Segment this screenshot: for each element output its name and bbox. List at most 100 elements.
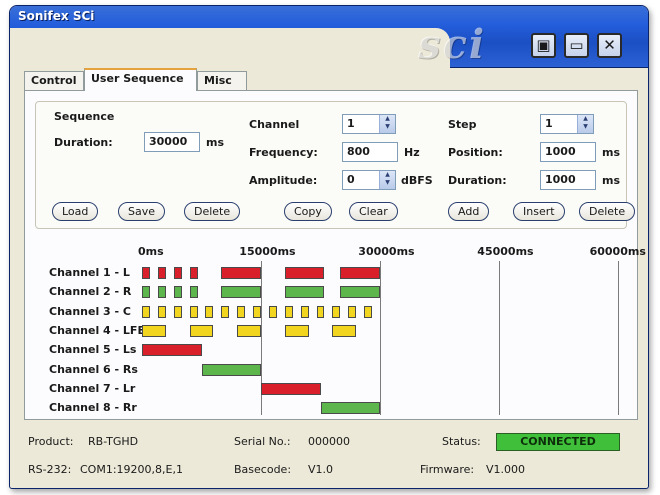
channel-step-bar[interactable] [201,363,261,376]
serial-label: Serial No.: [234,435,291,448]
timeline-tick-label: 30000ms [358,245,415,258]
status-bar: Product: RB-TGHD Serial No.: 000000 Stat… [24,424,638,484]
user-sequence-panel: Sequence Duration: 30000 ms Load Save De… [24,90,646,420]
channel-row-label: Channel 6 - Rs [49,362,138,376]
sequence-duration-input[interactable]: 30000 [144,132,200,152]
channel-step-bar[interactable] [316,305,325,318]
channel-row-label: Channel 2 - R [49,285,132,299]
channel-step-bar[interactable] [364,305,373,318]
load-button[interactable]: Load [52,202,99,221]
timeline-gridline [380,261,381,415]
channel-step-bar[interactable] [173,267,182,279]
channel-step-bar[interactable] [173,286,182,299]
tab-misc[interactable]: Misc [197,71,247,91]
amplitude-label: Amplitude: [249,174,318,187]
add-step-button[interactable]: Add [448,202,490,221]
timeline-gridline [618,261,619,415]
timeline-tick-label: 60000ms [589,245,646,258]
channel-step-bar[interactable] [332,324,357,337]
step-stepper[interactable]: 1 ▲ ▼ [540,114,594,134]
status-label: Status: [442,435,481,448]
step-duration-input[interactable]: 1000 [540,170,596,190]
channel-step-bar[interactable] [221,286,261,299]
channel-step-bar[interactable] [173,305,182,318]
channel-step-bar[interactable] [157,286,166,299]
basecode-label: Basecode: [234,463,292,476]
sequence-heading: Sequence [54,110,115,123]
basecode-value: V1.0 [308,463,334,476]
channel-step-bar[interactable] [340,286,380,299]
channel-step-bar[interactable] [237,324,261,337]
frequency-input[interactable]: 800 [342,142,398,162]
delete-sequence-button[interactable]: Delete [184,202,241,221]
timeline-tick-label: 15000ms [239,245,296,258]
channel-step-bar[interactable] [189,267,198,279]
channel-step-bar[interactable] [142,267,150,279]
product-label: Product: [28,435,74,448]
channel-step-bar[interactable] [237,305,246,318]
channel-step-bar[interactable] [284,324,309,337]
channel-step-bar[interactable] [142,286,150,299]
channel-row-label: Channel 5 - Ls [49,343,137,357]
app-window: Sonifex SCi sci ▣ ▭ ✕ Control User Seque… [9,5,649,489]
position-unit: ms [602,146,621,159]
channel-step-bar[interactable] [221,305,230,318]
spinner-arrows-icon[interactable]: ▲ ▼ [379,115,395,133]
channel-row-label: Channel 3 - C [49,304,132,318]
timeline-tick-label: 0ms [138,245,164,258]
window-title: Sonifex SCi [18,9,95,23]
channel-step-bar[interactable] [284,305,293,318]
channel-value: 1 [347,117,355,130]
rs232-label: RS-232: [28,463,72,476]
channel-step-bar[interactable] [157,267,166,279]
timeline-gridline [499,261,500,415]
channel-step-bar[interactable] [189,286,198,299]
channel-step-bar[interactable] [284,286,325,299]
channel-step-bar[interactable] [253,305,261,318]
channel-stepper[interactable]: 1 ▲ ▼ [342,114,396,134]
copy-button[interactable]: Copy [284,202,332,221]
channel-step-bar[interactable] [332,305,341,318]
channel-step-bar[interactable] [348,305,357,318]
clear-button[interactable]: Clear [349,202,398,221]
tab-user-sequence[interactable]: User Sequence [84,68,197,91]
close-button[interactable]: ✕ [597,33,622,58]
tab-control[interactable]: Control [24,71,84,91]
frequency-label: Frequency: [249,146,318,159]
channel-step-bar[interactable] [189,305,198,318]
channel-step-bar[interactable] [261,382,321,395]
save-sequence-button[interactable]: Save [118,202,166,221]
delete-step-button[interactable]: Delete [579,202,636,221]
sequence-settings-group: Sequence Duration: 30000 ms Load Save De… [35,101,636,229]
step-label: Step [448,118,477,131]
channel-step-bar[interactable] [340,267,380,279]
title-bar-notch [10,28,450,70]
channel-step-bar[interactable] [157,305,166,318]
amplitude-stepper[interactable]: 0 ▲ ▼ [342,170,396,190]
channel-step-bar[interactable] [320,402,380,415]
channel-step-bar[interactable] [189,324,214,337]
channel-step-bar[interactable] [300,305,309,318]
channel-row-label: Channel 8 - Rr [49,401,137,415]
step-value: 1 [545,117,553,130]
restore-button[interactable]: ▣ [531,33,556,58]
position-input[interactable]: 1000 [540,142,596,162]
channel-step-bar[interactable] [205,305,214,318]
channel-step-bar[interactable] [142,344,202,357]
channel-row-label: Channel 4 - LFE [49,323,145,337]
channel-step-bar[interactable] [142,324,166,337]
rs232-value: COM1:19200,8,E,1 [80,463,183,476]
channel-step-bar[interactable] [284,267,325,279]
sequence-duration-unit: ms [206,136,225,149]
channel-step-bar[interactable] [268,305,277,318]
spinner-arrows-icon[interactable]: ▲ ▼ [379,171,395,189]
product-value: RB-TGHD [88,435,139,448]
channel-step-bar[interactable] [142,305,150,318]
spinner-arrows-icon[interactable]: ▲ ▼ [577,115,593,133]
channel-step-bar[interactable] [221,267,261,279]
sci-logo: sci [418,21,487,68]
channel-timeline[interactable]: 0ms 15000ms 30000ms 45000ms 60000ms Channel 1… [25,241,646,419]
insert-step-button[interactable]: Insert [513,202,565,221]
minimize-button[interactable]: ▭ [564,33,589,58]
step-duration-label: Duration: [448,174,507,187]
